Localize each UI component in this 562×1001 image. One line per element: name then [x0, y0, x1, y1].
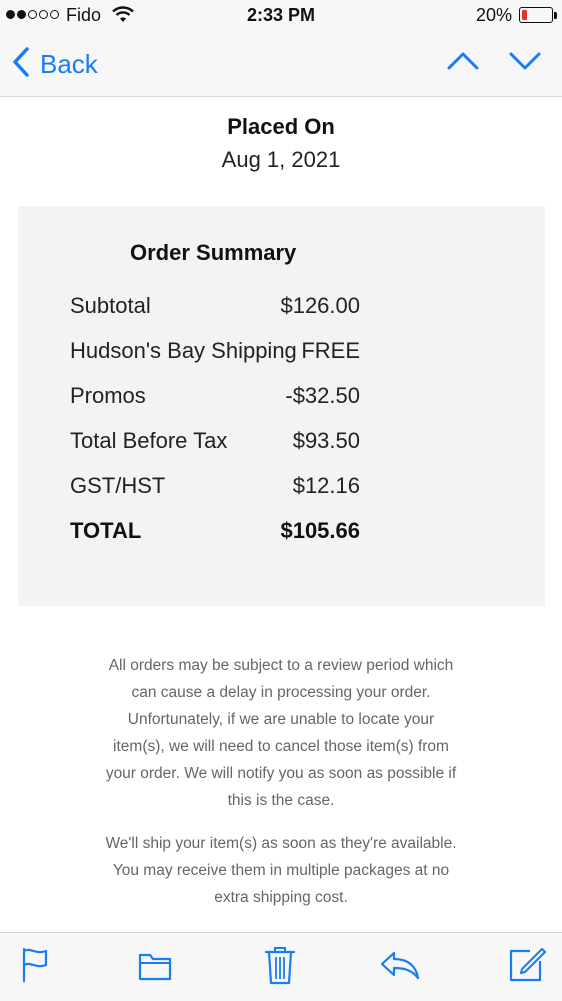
notice-line: You may receive them in multiple package…: [112, 862, 450, 879]
chevron-down-icon[interactable]: [508, 50, 542, 77]
notice-line: this is the case.: [227, 792, 335, 809]
chevron-up-icon[interactable]: [446, 50, 480, 77]
reply-icon[interactable]: [380, 949, 420, 986]
bottom-toolbar: [0, 932, 562, 1001]
summary-row-value: $12.16: [292, 473, 360, 498]
summary-row-value: $126.00: [280, 293, 360, 318]
placed-on-date: Aug 1, 2021: [221, 147, 341, 172]
summary-row-value: -$32.50: [285, 383, 360, 408]
summary-row-value: FREE: [301, 338, 360, 363]
summary-row-label: Total Before Tax: [70, 428, 228, 453]
summary-row-label: Subtotal: [70, 293, 151, 318]
summary-row-subtotal: Subtotal $126.00: [70, 293, 360, 323]
notice-line: All orders may be subject to a review pe…: [108, 657, 454, 674]
summary-row-value: $93.50: [292, 428, 360, 453]
battery-nub: [554, 12, 557, 19]
compose-icon[interactable]: [508, 945, 546, 988]
message-navigation: [446, 50, 542, 77]
battery-level-fill: [522, 10, 527, 20]
order-summary-title: Order Summary: [130, 240, 297, 265]
notice-line: your order. We will notify you as soon a…: [105, 765, 457, 782]
flag-icon[interactable]: [20, 947, 50, 988]
summary-row-total: TOTAL $105.66: [70, 518, 360, 548]
notice-line: can cause a delay in processing your ord…: [131, 684, 431, 701]
folder-icon[interactable]: [138, 951, 172, 986]
status-bar: Fido 2:33 PM 20%: [0, 0, 562, 32]
shipping-notice: We'll ship your item(s) as soon as they'…: [80, 830, 482, 911]
notice-line: item(s), we will need to cancel those it…: [113, 738, 449, 755]
notice-line: extra shipping cost.: [214, 889, 348, 906]
summary-row-tax: GST/HST $12.16: [70, 473, 360, 503]
battery-percent: 20%: [475, 5, 512, 25]
placed-on-heading: Placed On: [227, 114, 335, 139]
summary-row-total-before-tax: Total Before Tax $93.50: [70, 428, 360, 458]
summary-row-label: GST/HST: [70, 473, 166, 498]
order-summary-panel: Order Summary Subtotal $126.00 Hudson's …: [18, 206, 545, 606]
notice-line: Unfortunately, if we are unable to locat…: [127, 711, 435, 728]
summary-row-promos: Promos -$32.50: [70, 383, 360, 413]
notice-line: We'll ship your item(s) as soon as they'…: [105, 835, 457, 852]
battery-icon: [519, 7, 553, 23]
back-label: Back: [40, 49, 98, 79]
summary-row-label: TOTAL: [70, 518, 142, 543]
summary-row-shipping: Hudson's Bay Shipping FREE: [70, 338, 360, 368]
trash-icon[interactable]: [264, 945, 296, 990]
summary-row-label: Hudson's Bay Shipping: [70, 338, 297, 363]
summary-row-value: $105.66: [280, 518, 360, 543]
review-period-notice: All orders may be subject to a review pe…: [80, 652, 482, 814]
chevron-left-icon: [12, 46, 30, 83]
navigation-bar: Back: [0, 32, 562, 97]
back-button[interactable]: Back: [12, 46, 98, 83]
summary-row-label: Promos: [70, 383, 146, 408]
